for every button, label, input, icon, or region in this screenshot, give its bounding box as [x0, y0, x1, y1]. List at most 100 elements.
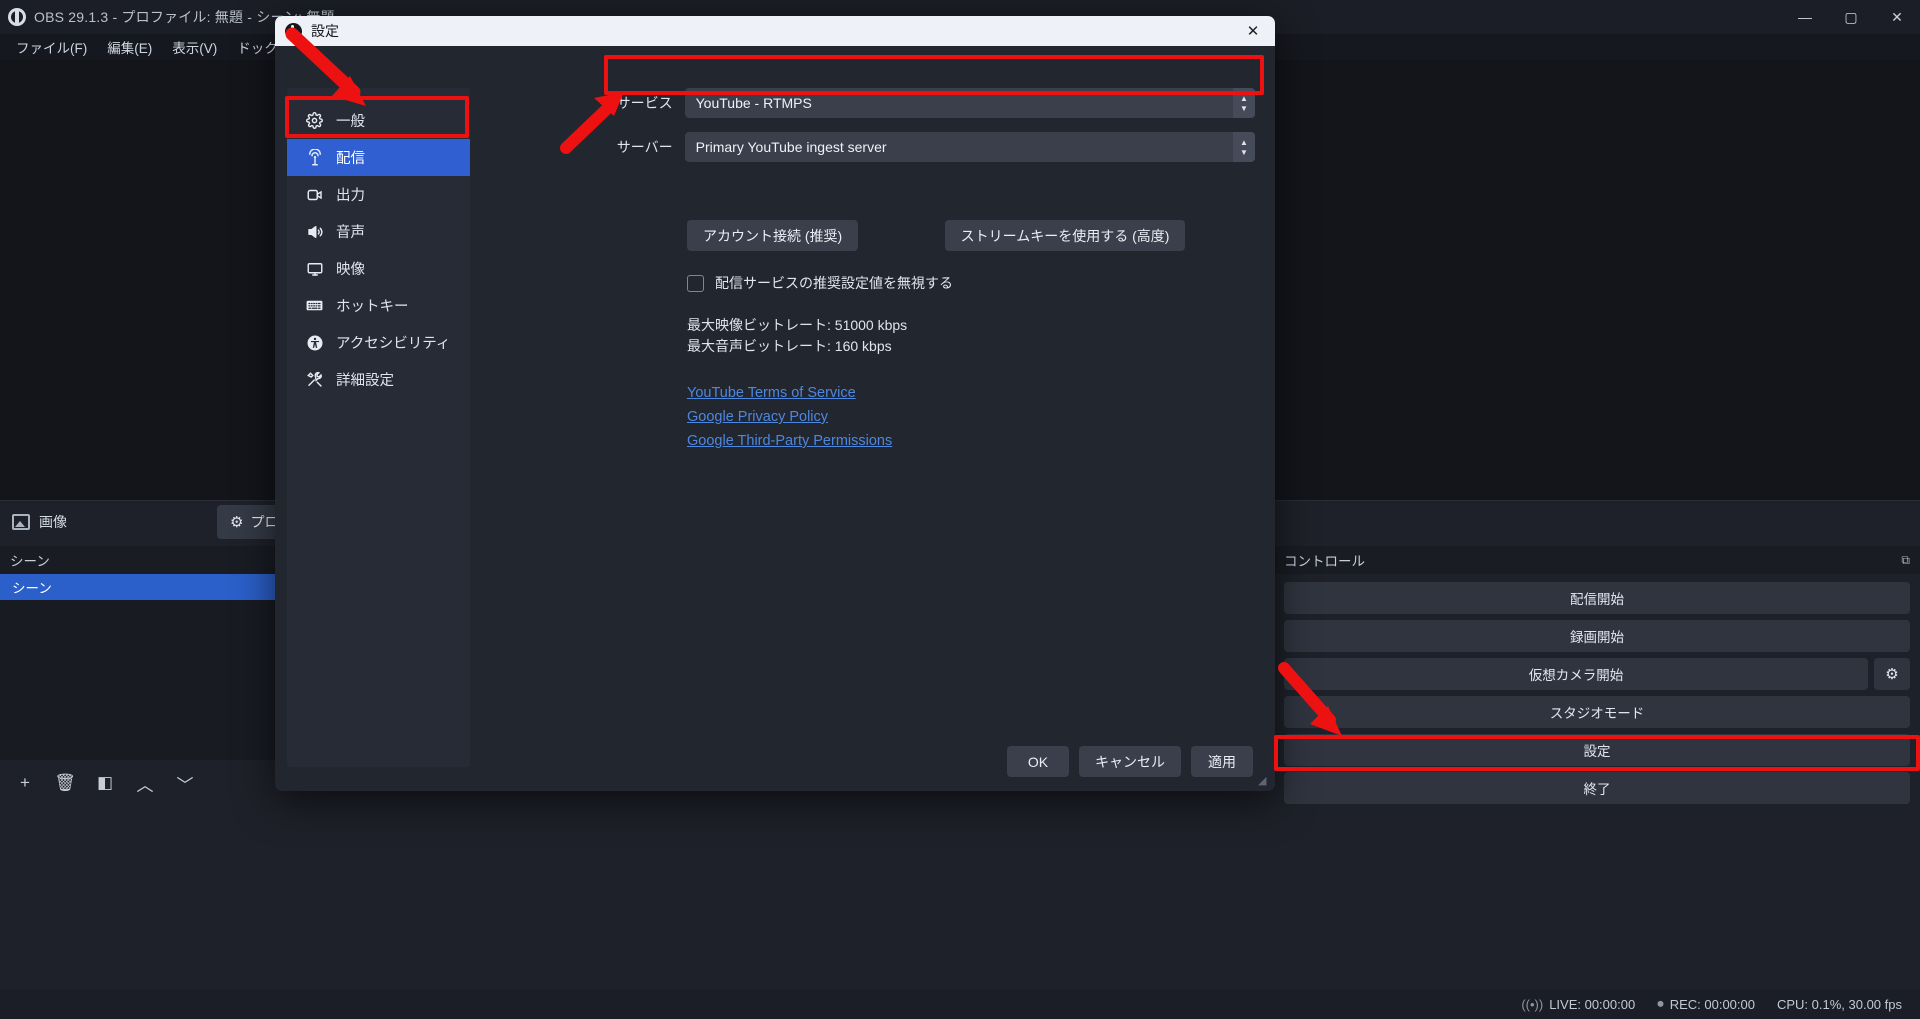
apply-button[interactable]: 適用: [1191, 746, 1253, 777]
controls-panel: 配信開始 録画開始 仮想カメラ開始 ⚙ スタジオモード 設定 終了: [1274, 574, 1920, 806]
sidebar-item-label: 映像: [336, 262, 365, 278]
sidebar-item-label: 音声: [336, 225, 365, 241]
source-item-image[interactable]: 画像: [0, 512, 67, 532]
controls-dock-header: コントロール ⧉: [1274, 546, 1920, 574]
dialog-footer: OK キャンセル 適用: [1007, 746, 1253, 777]
menu-view[interactable]: 表示(V): [162, 33, 227, 61]
move-scene-down-button[interactable]: ﹀: [170, 769, 200, 797]
move-scene-up-button[interactable]: ︿: [130, 769, 160, 797]
live-status: ((•)) LIVE: 00:00:00: [1521, 997, 1635, 1012]
server-combo[interactable]: Primary YouTube ingest server ▲ ▼: [684, 132, 1255, 162]
sidebar-item-label: 詳細設定: [336, 373, 394, 389]
minimize-button[interactable]: —: [1782, 0, 1828, 34]
start-streaming-button[interactable]: 配信開始: [1284, 582, 1910, 614]
sidebar-item-label: アクセシビリティ: [336, 336, 451, 352]
add-scene-button[interactable]: +: [10, 769, 40, 797]
sidebar-item-output[interactable]: 出力: [287, 176, 470, 213]
use-stream-key-button[interactable]: ストリームキーを使用する (高度): [944, 220, 1186, 251]
bitrate-info: 最大映像ビットレート: 51000 kbps 最大音声ビットレート: 160 k…: [687, 315, 1255, 357]
sidebar-item-label: 配信: [336, 151, 365, 167]
accessibility-icon: [305, 333, 324, 352]
server-combo-row: サーバー Primary YouTube ingest server ▲ ▼: [605, 132, 1255, 162]
chevron-updown-icon[interactable]: ▲ ▼: [1233, 88, 1255, 118]
statusbar: ((•)) LIVE: 00:00:00 ⏺ REC: 00:00:00 CPU…: [0, 989, 1920, 1019]
scene-name: シーン: [12, 581, 52, 596]
obs-logo-icon: [8, 8, 26, 26]
scenes-dock-title: シーン: [10, 554, 50, 569]
service-combo-row: サービス YouTube - RTMPS ▲ ▼: [605, 88, 1255, 118]
gear-icon: ⚙: [230, 513, 244, 531]
broadcast-icon: ((•)): [1521, 996, 1544, 1012]
control-row-stream: 配信開始: [1284, 582, 1910, 614]
cpu-status: CPU: 0.1%, 30.00 fps: [1777, 997, 1902, 1012]
settings-button[interactable]: 設定: [1284, 734, 1910, 766]
tools-icon: [305, 370, 324, 389]
dialog-title: 設定: [311, 23, 339, 39]
connect-account-button[interactable]: アカウント接続 (推奨): [687, 220, 859, 251]
sidebar-item-general[interactable]: 一般: [287, 102, 470, 139]
ignore-recommended-settings-row[interactable]: 配信サービスの推奨設定値を無視する: [687, 273, 1255, 293]
ignore-recommended-label: 配信サービスの推奨設定値を無視する: [715, 275, 953, 291]
menu-file[interactable]: ファイル(F): [6, 33, 97, 61]
server-label: サーバー: [616, 139, 673, 155]
exit-button[interactable]: 終了: [1284, 772, 1910, 804]
google-permissions-link[interactable]: Google Third-Party Permissions: [687, 429, 892, 453]
max-video-bitrate: 最大映像ビットレート: 51000 kbps: [687, 317, 908, 333]
control-row-studio: スタジオモード: [1284, 696, 1910, 728]
sidebar-item-label: 出力: [336, 188, 365, 204]
sidebar-item-advanced[interactable]: 詳細設定: [287, 361, 470, 398]
live-time: LIVE: 00:00:00: [1549, 996, 1636, 1012]
rec-time: REC: 00:00:00: [1669, 996, 1755, 1012]
max-audio-bitrate: 最大音声ビットレート: 160 kbps: [687, 338, 892, 354]
gear-icon[interactable]: ⚙: [1874, 658, 1910, 690]
close-icon[interactable]: ✕: [1231, 16, 1275, 46]
menu-edit[interactable]: 編集(E): [97, 33, 162, 61]
service-value: YouTube - RTMPS: [695, 95, 812, 111]
studio-mode-button[interactable]: スタジオモード: [1284, 696, 1910, 728]
ignore-recommended-checkbox[interactable]: [687, 274, 704, 292]
sidebar-item-label: 一般: [336, 114, 365, 130]
control-row-settings: 設定: [1284, 734, 1910, 766]
close-button[interactable]: ✕: [1874, 0, 1920, 34]
sidebar-item-stream[interactable]: 配信: [287, 139, 470, 176]
google-privacy-link[interactable]: Google Privacy Policy: [687, 405, 828, 429]
monitor-icon: [305, 259, 324, 278]
control-row-record: 録画開始: [1284, 620, 1910, 652]
image-icon: [12, 513, 30, 530]
rec-status: ⏺ REC: 00:00:00: [1657, 996, 1755, 1012]
duplicate-scene-button[interactable]: ◧: [90, 769, 120, 797]
service-label: サービス: [616, 95, 673, 111]
remove-scene-button[interactable]: 🗑: [50, 769, 80, 797]
camera-icon: [305, 185, 324, 204]
sidebar-item-video[interactable]: 映像: [287, 250, 470, 287]
service-combo[interactable]: YouTube - RTMPS ▲ ▼: [684, 88, 1255, 118]
ok-button[interactable]: OK: [1007, 746, 1069, 777]
broadcast-icon: [305, 148, 324, 167]
sidebar-item-audio[interactable]: 音声: [287, 213, 470, 250]
chevron-updown-icon[interactable]: ▲ ▼: [1233, 132, 1255, 162]
server-value: Primary YouTube ingest server: [695, 139, 887, 155]
undock-icon[interactable]: ⧉: [1901, 553, 1910, 568]
youtube-terms-link[interactable]: YouTube Terms of Service: [687, 381, 856, 405]
stream-settings-pane: サービス YouTube - RTMPS ▲ ▼ サーバー Primary You…: [605, 88, 1255, 453]
control-row-exit: 終了: [1284, 772, 1910, 804]
maximize-button[interactable]: ▢: [1828, 0, 1874, 34]
record-icon: ⏺: [1657, 996, 1664, 1011]
sidebar-item-accessibility[interactable]: アクセシビリティ: [287, 324, 470, 361]
sidebar-item-hotkeys[interactable]: ホットキー: [287, 287, 470, 324]
sidebar-item-label: ホットキー: [336, 299, 409, 315]
cancel-button[interactable]: キャンセル: [1079, 746, 1181, 777]
start-virtual-camera-button[interactable]: 仮想カメラ開始: [1284, 658, 1868, 690]
dialog-titlebar: 設定 ✕: [275, 16, 1275, 46]
start-recording-button[interactable]: 録画開始: [1284, 620, 1910, 652]
speaker-icon: [305, 222, 324, 241]
obs-logo-icon: [285, 22, 302, 40]
resize-grip[interactable]: ◢: [1258, 775, 1270, 787]
control-row-virtualcam: 仮想カメラ開始 ⚙: [1284, 658, 1910, 690]
cpu-usage: CPU: 0.1%, 30.00 fps: [1776, 996, 1902, 1012]
keyboard-icon: [305, 296, 324, 315]
settings-dialog: 設定 ✕ 一般 配信 出力 音声 映像 ホットキー アクセシビリティ 詳細設定 …: [275, 16, 1275, 791]
window-buttons: — ▢ ✕: [1782, 0, 1920, 34]
dialog-body: 一般 配信 出力 音声 映像 ホットキー アクセシビリティ 詳細設定 サービス …: [275, 46, 1275, 791]
legal-links: YouTube Terms of Service Google Privacy …: [687, 381, 1255, 453]
